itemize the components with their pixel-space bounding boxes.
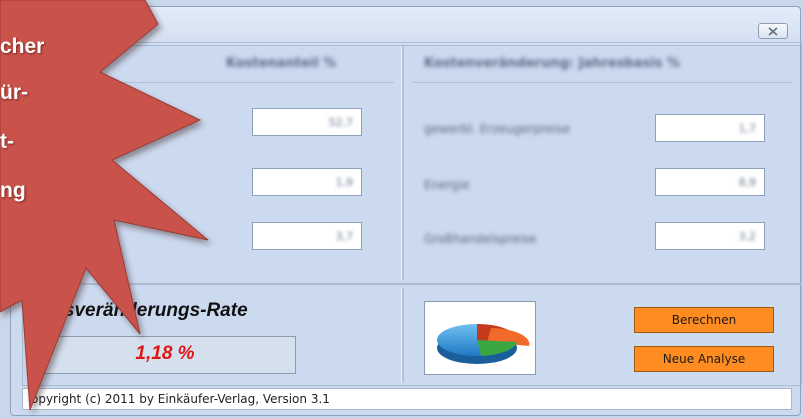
right-header-rule: [412, 82, 792, 83]
right-column-header: Kostenveränderung: Jahresbasis %: [424, 56, 680, 71]
row-label-energy: Energie: [424, 178, 470, 192]
rate-title: Preisveränderungs-Rate: [28, 300, 248, 321]
rate-value: 1,18 %: [135, 343, 195, 364]
starburst-text-1: cher: [0, 35, 45, 58]
starburst-text-2: ür-: [0, 81, 28, 104]
status-bar: opyright (c) 2011 by Einkäufer-Verlag, V…: [22, 388, 792, 410]
starburst-text-3: t-: [0, 130, 14, 153]
row-label-producer-prices: gewerbl. Erzeugerpreise: [424, 122, 571, 136]
change-field-2[interactable]: 8,9: [655, 168, 765, 196]
column-separator: [401, 46, 404, 280]
share-field-1[interactable]: 52,7: [252, 108, 362, 136]
starburst-text-4: ng: [0, 179, 26, 202]
close-button[interactable]: [758, 23, 788, 39]
pie-chart-icon: [424, 301, 536, 375]
left-column-header: Kostenanteil %: [226, 56, 337, 71]
left-header-rule: [32, 82, 394, 83]
calculate-button[interactable]: Berechnen: [634, 307, 774, 333]
close-icon: [768, 26, 778, 36]
rate-output-box: 1,18 %: [34, 336, 296, 374]
change-field-3[interactable]: 3,2: [655, 222, 765, 250]
share-field-2[interactable]: 1,9: [252, 168, 362, 196]
row-label-wholesale-prices: Großhandelspreise: [424, 232, 537, 246]
share-field-3[interactable]: 3,7: [252, 222, 362, 250]
change-field-1[interactable]: 1,7: [655, 114, 765, 142]
new-analysis-button[interactable]: Neue Analyse: [634, 346, 774, 372]
result-separator: [401, 288, 404, 382]
title-bar: [11, 7, 800, 46]
